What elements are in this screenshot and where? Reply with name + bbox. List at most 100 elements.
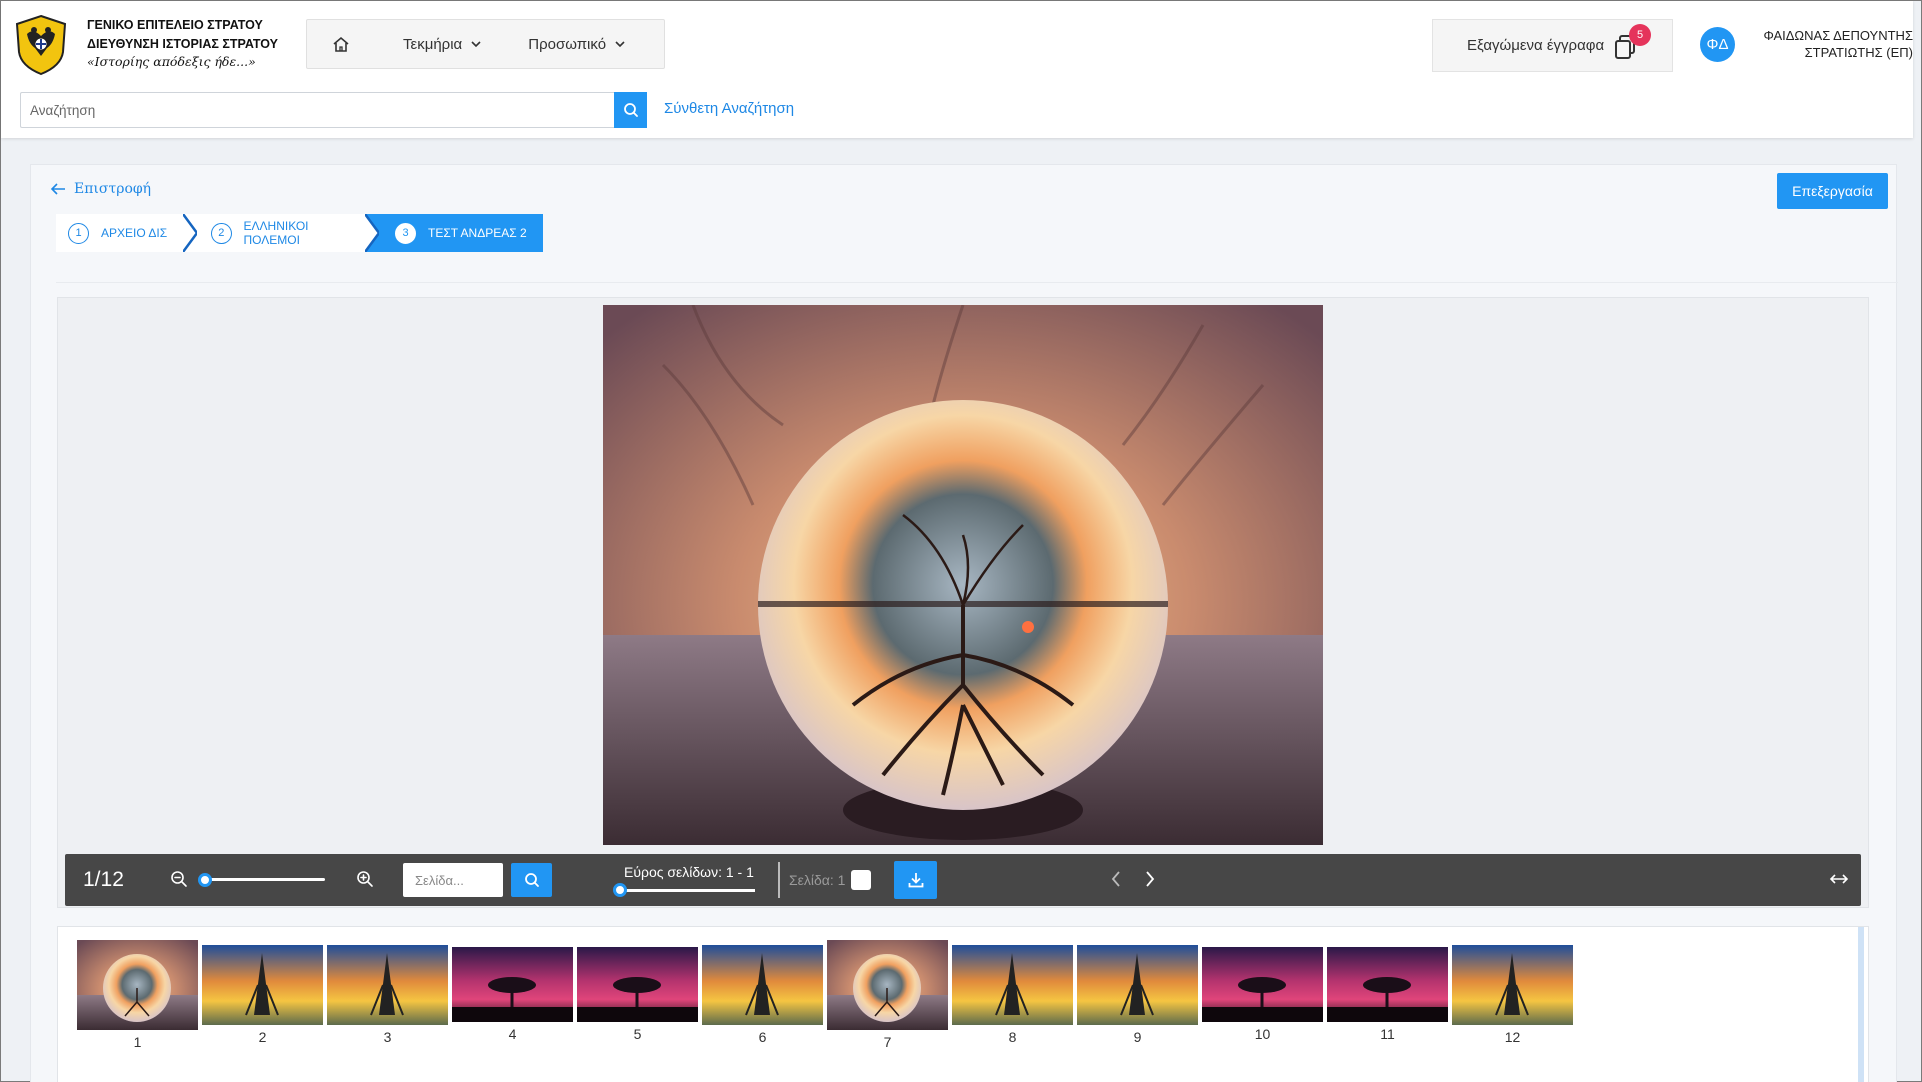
home-icon xyxy=(333,36,349,52)
page-range-label: Εύρος σελίδων: 1 - 1 xyxy=(624,864,754,880)
thumbnail-page-3[interactable]: 3 xyxy=(327,940,448,1050)
fit-width-icon[interactable] xyxy=(1829,871,1849,887)
thumbnail-image xyxy=(327,945,448,1025)
thumbnail-page-11[interactable]: 11 xyxy=(1327,940,1448,1050)
document-viewer: 1/12 Εύρος σελίδων: 1 - 1 Σε xyxy=(57,297,1869,908)
thumbnail-label: 3 xyxy=(383,1029,392,1045)
next-page-icon[interactable] xyxy=(1144,870,1156,888)
thumbnail-label: 10 xyxy=(1254,1026,1271,1042)
viewer-toolbar: 1/12 Εύρος σελίδων: 1 - 1 Σε xyxy=(65,854,1861,906)
thumbnail-scrollbar[interactable] xyxy=(1858,927,1864,1082)
thumbnail-label: 9 xyxy=(1133,1029,1142,1045)
breadcrumb-item-3[interactable]: 3 ΤΕΣΤ ΑΝΔΡΕΑΣ 2 xyxy=(365,214,543,252)
chevron-down-icon xyxy=(615,41,625,48)
thumbnail-label: 5 xyxy=(633,1026,642,1042)
main-nav: Τεκμήρια Προσωπικό xyxy=(306,19,665,69)
crystal-ball-photo xyxy=(603,305,1323,845)
thumbnail-label: 8 xyxy=(1008,1029,1017,1045)
thumbnail-page-12[interactable]: 12 xyxy=(1452,940,1573,1050)
nav-personnel-menu[interactable]: Προσωπικό xyxy=(498,20,642,68)
org-name: ΓΕΝΙΚΟ ΕΠΙΤΕΛΕΙΟ ΣΤΡΑΤΟΥ xyxy=(87,18,263,32)
breadcrumb-label: ΑΡΧΕΙΟ ΔΙΣ xyxy=(101,226,168,240)
edit-button[interactable]: Επεξεργασία xyxy=(1777,173,1888,209)
breadcrumb-step-number: 2 xyxy=(211,222,232,244)
org-directorate: ΔΙΕΥΘΥΝΣΗ ΙΣΤΟΡΙΑΣ ΣΤΡΑΤΟΥ xyxy=(87,36,278,51)
go-to-page-input[interactable] xyxy=(403,863,503,897)
thumbnail-image xyxy=(702,945,823,1025)
zoom-slider-handle[interactable] xyxy=(198,873,212,887)
thumbnail-page-4[interactable]: 4 xyxy=(452,940,573,1050)
thumbnail-label: 12 xyxy=(1504,1029,1521,1045)
thumbnail-label: 4 xyxy=(508,1026,517,1042)
user-name[interactable]: ΦΑΙΔΩΝΑΣ ΔΕΠΟΥΝΤΗΣ ΣΤΡΑΤΙΩΤΗΣ (ΕΠ) xyxy=(1733,27,1913,61)
thumbnail-page-5[interactable]: 5 xyxy=(577,940,698,1050)
breadcrumb-item-2[interactable]: 2 ΕΛΛΗΝΙΚΟΙ ΠΟΛΕΜΟΙ xyxy=(183,214,365,252)
thumbnail-page-6[interactable]: 6 xyxy=(702,940,823,1050)
exported-documents-button[interactable]: Εξαγώμενα έγγραφα 5 xyxy=(1432,19,1673,72)
top-header: ΓΕΝΙΚΟ ΕΠΙΤΕΛΕΙΟ ΣΤΡΑΤΟΥ ΔΙΕΥΘΥΝΣΗ ΙΣΤΟΡ… xyxy=(1,1,1913,138)
advanced-search-link[interactable]: Σύνθετη Αναζήτηση xyxy=(664,100,794,117)
nav-personnel-label: Προσωπικό xyxy=(528,35,607,53)
thumbnail-image xyxy=(1452,945,1573,1025)
user-avatar[interactable]: ΦΔ xyxy=(1700,27,1735,62)
section-divider xyxy=(56,282,1898,283)
download-button[interactable] xyxy=(894,861,937,899)
page-image[interactable] xyxy=(603,305,1323,845)
document-card: Επιστροφή Επεξεργασία 1 ΑΡΧΕΙΟ ΔΙΣ 2 ΕΛΛ… xyxy=(30,164,1898,1082)
back-label: Επιστροφή xyxy=(74,181,152,197)
breadcrumb-item-1[interactable]: 1 ΑΡΧΕΙΟ ΔΙΣ xyxy=(56,214,197,252)
search-icon xyxy=(623,103,638,117)
current-page-label: Σελίδα: 1 xyxy=(789,872,846,888)
thumbnail-page-1[interactable]: 1 xyxy=(77,940,198,1050)
back-link[interactable]: Επιστροφή xyxy=(50,181,151,197)
previous-page-icon[interactable] xyxy=(1110,870,1122,888)
page-range-slider-handle[interactable] xyxy=(613,883,627,897)
thumbnail-page-8[interactable]: 8 xyxy=(952,940,1073,1050)
thumbnail-image xyxy=(827,940,948,1030)
organization-title: ΓΕΝΙΚΟ ΕΠΙΤΕΛΕΙΟ ΣΤΡΑΤΟΥ ΔΙΕΥΘΥΝΣΗ ΙΣΤΟΡ… xyxy=(87,16,278,72)
page-range-slider-track[interactable] xyxy=(620,889,755,892)
zoom-in-icon[interactable] xyxy=(356,870,374,888)
exports-count-badge: 5 xyxy=(1629,24,1651,46)
thumbnail-image xyxy=(1327,947,1448,1022)
page-select-checkbox[interactable] xyxy=(851,870,871,890)
nav-home[interactable] xyxy=(307,20,375,68)
nav-documents-menu[interactable]: Τεκμήρια xyxy=(375,20,498,68)
thumbnail-strip: 1 2 3 4 5 6 7 8 9 10 11 12 xyxy=(57,926,1869,1082)
search-input[interactable] xyxy=(20,92,614,128)
arrow-left-icon xyxy=(50,183,65,195)
thumbnail-page-7[interactable]: 7 xyxy=(827,940,948,1050)
breadcrumb-step-number: 3 xyxy=(395,222,416,244)
thumbnail-page-9[interactable]: 9 xyxy=(1077,940,1198,1050)
search-button[interactable] xyxy=(614,92,647,128)
thumbnail-image xyxy=(1077,945,1198,1025)
exported-documents-label: Εξαγώμενα έγγραφα xyxy=(1467,37,1605,54)
thumbnail-label: 6 xyxy=(758,1029,767,1045)
thumbnail-label: 11 xyxy=(1380,1026,1395,1042)
thumbnail-image xyxy=(77,940,198,1030)
thumbnail-page-10[interactable]: 10 xyxy=(1202,940,1323,1050)
search-bar xyxy=(20,92,647,128)
thumbnail-page-2[interactable]: 2 xyxy=(202,940,323,1050)
chevron-down-icon xyxy=(471,41,481,48)
thumbnail-image xyxy=(452,947,573,1022)
breadcrumb-separator-icon xyxy=(365,214,379,252)
download-icon xyxy=(908,873,923,888)
thumbnail-label: 2 xyxy=(258,1029,267,1045)
page-counter: 1/12 xyxy=(83,868,124,891)
zoom-slider-track[interactable] xyxy=(203,878,325,881)
user-name-line1: ΦΑΙΔΩΝΑΣ ΔΕΠΟΥΝΤΗΣ xyxy=(1763,28,1913,43)
breadcrumb: 1 ΑΡΧΕΙΟ ΔΙΣ 2 ΕΛΛΗΝΙΚΟΙ ΠΟΛΕΜΟΙ 3 ΤΕΣΤ … xyxy=(56,214,543,252)
thumbnail-image xyxy=(202,945,323,1025)
thumbnail-image xyxy=(577,947,698,1022)
thumbnail-image xyxy=(1202,947,1323,1022)
zoom-out-icon[interactable] xyxy=(170,870,188,888)
breadcrumb-label: ΕΛΛΗΝΙΚΟΙ ΠΟΛΕΜΟΙ xyxy=(243,219,309,247)
army-emblem-logo[interactable] xyxy=(13,14,69,76)
thumbnail-image xyxy=(952,945,1073,1025)
breadcrumb-separator-icon xyxy=(183,214,197,252)
go-to-page-button[interactable] xyxy=(511,863,552,897)
thumbnail-label: 1 xyxy=(133,1034,142,1050)
thumbnail-label: 7 xyxy=(883,1034,892,1050)
toolbar-separator xyxy=(778,862,780,898)
